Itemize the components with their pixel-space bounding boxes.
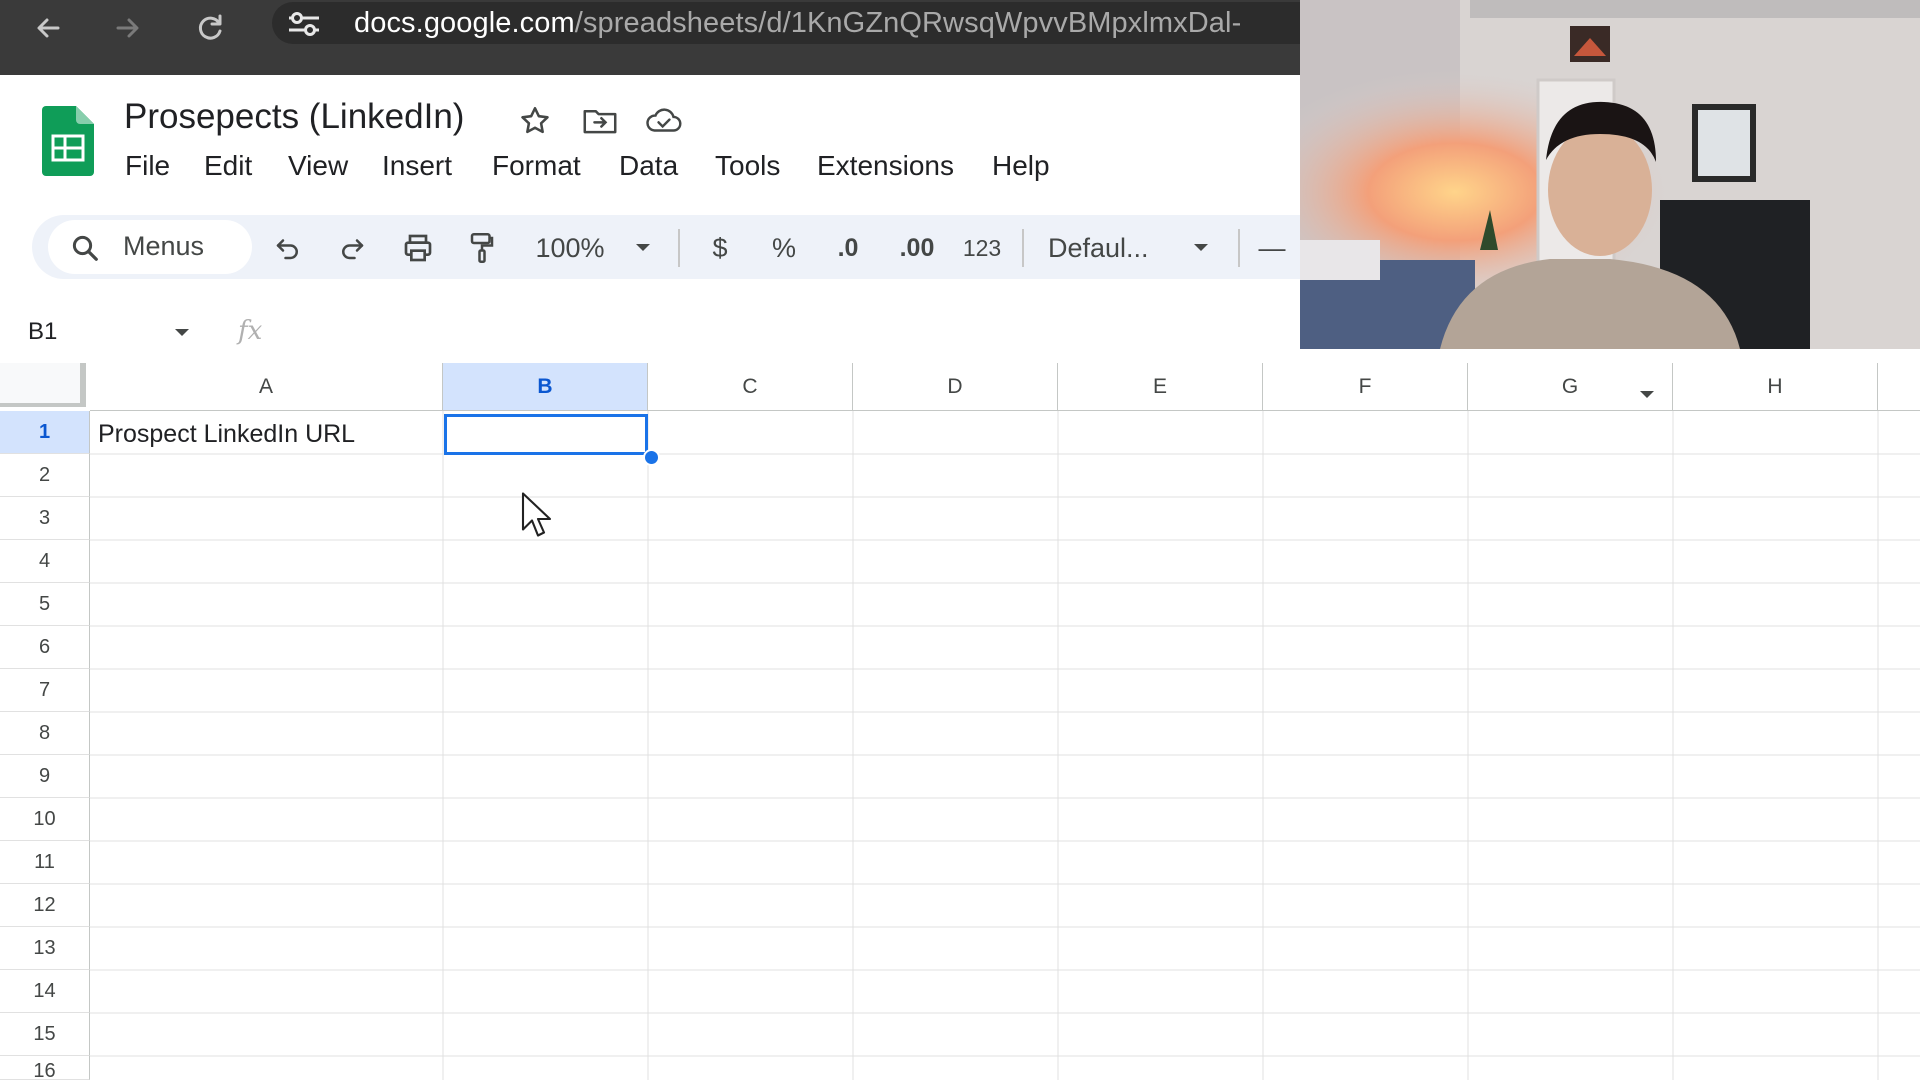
column-header-d[interactable]: D (853, 363, 1058, 411)
select-all-corner[interactable] (0, 363, 86, 407)
url-path: /spreadsheets/d/1KnGZnQRwsqWpvvBMpxlmxDa… (574, 7, 1242, 39)
menu-view[interactable]: View (288, 150, 348, 182)
toolbar-divider (1238, 229, 1240, 267)
row-header-4[interactable]: 4 (0, 540, 90, 583)
row-header-1[interactable]: 1 (0, 411, 90, 454)
paint-format-icon[interactable] (464, 226, 500, 270)
grid-lines (90, 411, 1920, 1080)
fill-handle[interactable] (643, 449, 660, 466)
decrease-decimal-button[interactable]: .0 (826, 226, 870, 270)
increase-decimal-label: .00 (899, 233, 935, 262)
address-bar[interactable]: docs.google.com/spreadsheets/d/1KnGZnQRw… (272, 2, 1372, 44)
row-header-8[interactable]: 8 (0, 712, 90, 755)
cell-a1[interactable]: Prospect LinkedIn URL (98, 420, 355, 449)
row-header-9[interactable]: 9 (0, 755, 90, 798)
zoom-dropdown-arrow-icon[interactable] (628, 226, 658, 270)
star-icon[interactable] (518, 104, 552, 143)
toolbar-divider (1022, 229, 1024, 267)
decrease-font-size-button[interactable]: — (1256, 226, 1288, 270)
cloud-status-icon[interactable] (645, 104, 683, 143)
toolbar-divider (678, 229, 680, 267)
row-header-6[interactable]: 6 (0, 626, 90, 669)
menu-insert[interactable]: Insert (382, 150, 452, 182)
menu-data[interactable]: Data (619, 150, 678, 182)
name-box-dropdown-icon[interactable] (172, 326, 192, 344)
menus-search-label: Menus (123, 231, 205, 261)
row-header-11[interactable]: 11 (0, 841, 90, 884)
selected-cell-b1[interactable] (444, 414, 648, 455)
menu-help[interactable]: Help (992, 150, 1050, 182)
font-dropdown-arrow-icon[interactable] (1186, 226, 1216, 270)
move-folder-icon[interactable] (582, 104, 618, 143)
menu-format[interactable]: Format (492, 150, 581, 182)
column-header-h[interactable]: H (1673, 363, 1878, 411)
redo-icon[interactable] (334, 226, 370, 270)
url-text[interactable]: docs.google.com/spreadsheets/d/1KnGZnQRw… (354, 7, 1241, 40)
increase-decimal-button[interactable]: .00 (892, 226, 942, 270)
menus-search-box[interactable]: Menus (48, 220, 252, 274)
row-header-13[interactable]: 13 (0, 927, 90, 970)
percent-format-button[interactable]: % (764, 226, 804, 270)
mouse-cursor-icon (520, 492, 556, 545)
column-header-g[interactable]: G (1468, 363, 1673, 411)
print-icon[interactable] (398, 226, 438, 270)
webcam-overlay (1300, 0, 1920, 349)
zoom-select[interactable]: 100% (530, 226, 610, 270)
row-header-14[interactable]: 14 (0, 970, 90, 1013)
menu-file[interactable]: File (125, 150, 170, 182)
column-header-next[interactable] (1878, 363, 1920, 411)
url-domain: docs.google.com (354, 7, 575, 39)
column-header-g-label: G (1561, 374, 1579, 398)
column-header-b[interactable]: B (443, 363, 648, 411)
formula-bar (0, 305, 1300, 361)
row-header-5[interactable]: 5 (0, 583, 90, 626)
currency-format-button[interactable]: $ (700, 226, 740, 270)
column-header-f[interactable]: F (1263, 363, 1468, 411)
name-box[interactable]: B1 (28, 318, 57, 346)
row-header-7[interactable]: 7 (0, 669, 90, 712)
search-icon (70, 233, 100, 268)
fx-icon: fx (238, 316, 263, 346)
document-title[interactable]: Prosepects (LinkedIn) (124, 97, 464, 137)
row-header-3[interactable]: 3 (0, 497, 90, 540)
reload-icon[interactable] (190, 8, 230, 48)
row-header-15[interactable]: 15 (0, 1013, 90, 1056)
column-header-e[interactable]: E (1058, 363, 1263, 411)
back-arrow-icon[interactable] (28, 8, 68, 48)
decrease-decimal-label: .0 (837, 233, 859, 262)
google-sheets-logo-icon[interactable] (42, 106, 94, 181)
column-header-c[interactable]: C (648, 363, 853, 411)
column-header-a[interactable]: A (90, 363, 443, 411)
row-header-12[interactable]: 12 (0, 884, 90, 927)
row-header-2[interactable]: 2 (0, 454, 90, 497)
site-settings-icon[interactable] (286, 11, 322, 42)
menu-extensions[interactable]: Extensions (817, 150, 954, 182)
row-header-10[interactable]: 10 (0, 798, 90, 841)
font-select[interactable]: Defaul... (1048, 226, 1168, 270)
undo-icon[interactable] (270, 226, 306, 270)
number-format-button[interactable]: 123 (958, 226, 1006, 270)
menu-tools[interactable]: Tools (715, 150, 780, 182)
menu-edit[interactable]: Edit (204, 150, 252, 182)
forward-arrow-icon[interactable] (108, 8, 148, 48)
column-filter-dropdown-icon[interactable] (1638, 382, 1656, 406)
row-header-16[interactable]: 16 (0, 1056, 90, 1082)
